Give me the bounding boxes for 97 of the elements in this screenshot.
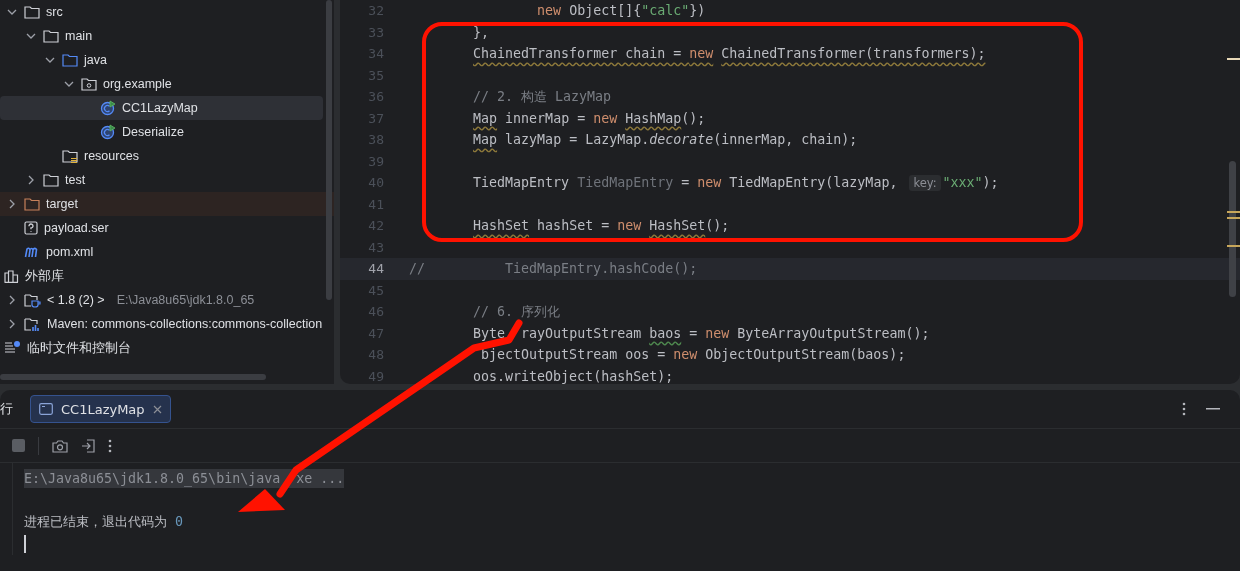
- package-folder-icon: [81, 77, 97, 91]
- console-output: 进程已结束，退出代码为 0: [24, 513, 184, 531]
- code-text: "xxx": [942, 175, 983, 191]
- code-text: HashMap: [625, 110, 682, 126]
- folder-icon: [43, 173, 59, 187]
- tree-item[interactable]: 外部库: [0, 264, 334, 288]
- tree-item[interactable]: 临时文件和控制台: [0, 336, 334, 360]
- tree-item[interactable]: resources: [0, 144, 334, 168]
- tree-item[interactable]: src: [0, 0, 334, 24]
- code-text: HashSet: [649, 218, 706, 234]
- tree-item[interactable]: main: [0, 24, 334, 48]
- camera-icon[interactable]: [52, 438, 68, 453]
- code-text: new: [705, 325, 730, 341]
- tree-item[interactable]: payload.ser: [0, 216, 334, 240]
- code-text: ByteArrayOutputStream();: [737, 325, 930, 341]
- text-caret: [24, 535, 26, 553]
- code-text: new: [689, 46, 714, 62]
- path-text: E:\Java8u65\jdk1.8.0_65: [116, 293, 255, 307]
- code-text: baos: [649, 325, 682, 341]
- code-text: "calc": [641, 3, 690, 19]
- code-text: // 6. 序列化: [473, 302, 561, 321]
- code-text: TiedMapEntry: [577, 175, 674, 191]
- code-text: Object[]{: [569, 3, 642, 19]
- code-text: key:: [909, 174, 941, 191]
- code-text: // 2. 构造 LazyMap: [473, 87, 612, 106]
- code-text: oos.writeObject(hashSet);: [473, 368, 674, 384]
- code-text: lazyMap = LazyMap.: [505, 132, 650, 148]
- code-text: HashSet: [473, 218, 530, 234]
- tree-item[interactable]: org.example: [0, 72, 334, 96]
- chevron-right-icon[interactable]: [7, 199, 17, 209]
- code-text: Byte: [473, 325, 506, 341]
- code-text: new: [593, 110, 619, 126]
- scratches-icon: [4, 341, 21, 355]
- chevron-down-icon[interactable]: [7, 7, 17, 17]
- class-icon: [100, 124, 116, 140]
- scrollbar[interactable]: [1229, 161, 1236, 297]
- code-text: bjectOutputStream oos =: [481, 347, 667, 363]
- code-text: rayOutputStream: [521, 325, 643, 341]
- tree-item[interactable]: java: [0, 48, 334, 72]
- library-folder-icon: [24, 316, 41, 332]
- folder-icon: [62, 53, 78, 67]
- resources-folder-icon: [62, 148, 78, 164]
- tree-item[interactable]: test: [0, 168, 334, 192]
- code-text: ObjectOutputStream(baos);: [705, 347, 906, 363]
- exit-icon[interactable]: [81, 438, 95, 453]
- more-options-icon[interactable]: [1182, 402, 1186, 416]
- code-text: hashSet =: [537, 218, 611, 234]
- tree-item[interactable]: Deserialize: [0, 120, 334, 144]
- folder-icon: [24, 5, 40, 19]
- minimize-icon[interactable]: [1206, 408, 1220, 410]
- tree-item[interactable]: < 1.8 (2) > E:\Java8u65\jdk1.8.0_65: [0, 288, 334, 312]
- folder-icon: [43, 29, 59, 43]
- unknown-file-icon: [24, 221, 38, 235]
- code-text: new: [537, 3, 562, 19]
- scrollbar[interactable]: [326, 0, 332, 300]
- line-number: 44: [367, 261, 385, 277]
- code-text: TiedMapEntry: [473, 175, 571, 191]
- chevron-right-icon[interactable]: [7, 295, 17, 305]
- code-text: (innerMap, chain);: [713, 132, 858, 148]
- code-text: new: [673, 347, 698, 363]
- tree-item[interactable]: target: [0, 192, 334, 216]
- chevron-down-icon[interactable]: [26, 31, 36, 41]
- code-text: =: [681, 175, 691, 191]
- code-text: ChainedTransformer chain =: [473, 46, 683, 62]
- code-text: TiedMapEntry(lazyMap,: [729, 175, 899, 191]
- chevron-down-icon[interactable]: [64, 79, 74, 89]
- code-text: // TiedMapEntry.hashCode();: [409, 261, 698, 277]
- chevron-right-icon[interactable]: [7, 319, 17, 329]
- code-text: =: [689, 325, 699, 341]
- code-text: }): [689, 3, 706, 19]
- code-text: innerMap =: [505, 110, 587, 126]
- jdk-folder-icon: [24, 292, 41, 308]
- console-icon: [39, 403, 53, 415]
- code-text: new: [697, 175, 722, 191]
- code-text: ChainedTransformer(transformers);: [721, 46, 986, 62]
- code-text: Map: [473, 110, 498, 126]
- code-text: ();: [705, 218, 730, 234]
- more-options-icon[interactable]: [108, 438, 112, 453]
- code-text: ();: [681, 110, 706, 126]
- maven-file-icon: [24, 246, 40, 258]
- close-icon[interactable]: [152, 404, 162, 414]
- console-command: E:\Java8u65\jdk1.8.0_65\bin\java: [24, 468, 281, 488]
- code-text: );: [982, 175, 999, 191]
- run-tab[interactable]: CC1LazyMap: [30, 395, 171, 423]
- chevron-down-icon[interactable]: [45, 55, 55, 65]
- scrollbar[interactable]: [0, 374, 266, 380]
- folder-icon: [24, 197, 40, 211]
- code-text: Map: [473, 132, 498, 148]
- tree-item[interactable]: Maven: commons-collections:commons-collection: [0, 312, 334, 336]
- chevron-right-icon[interactable]: [26, 175, 36, 185]
- code-text: decorate: [649, 132, 714, 148]
- code-text: new: [617, 218, 643, 234]
- code-text: },: [473, 24, 490, 40]
- class-icon: [100, 100, 116, 116]
- tree-item[interactable]: pom.xml: [0, 240, 334, 264]
- library-icon: [4, 269, 19, 283]
- tree-item[interactable]: CC1LazyMap: [0, 96, 323, 120]
